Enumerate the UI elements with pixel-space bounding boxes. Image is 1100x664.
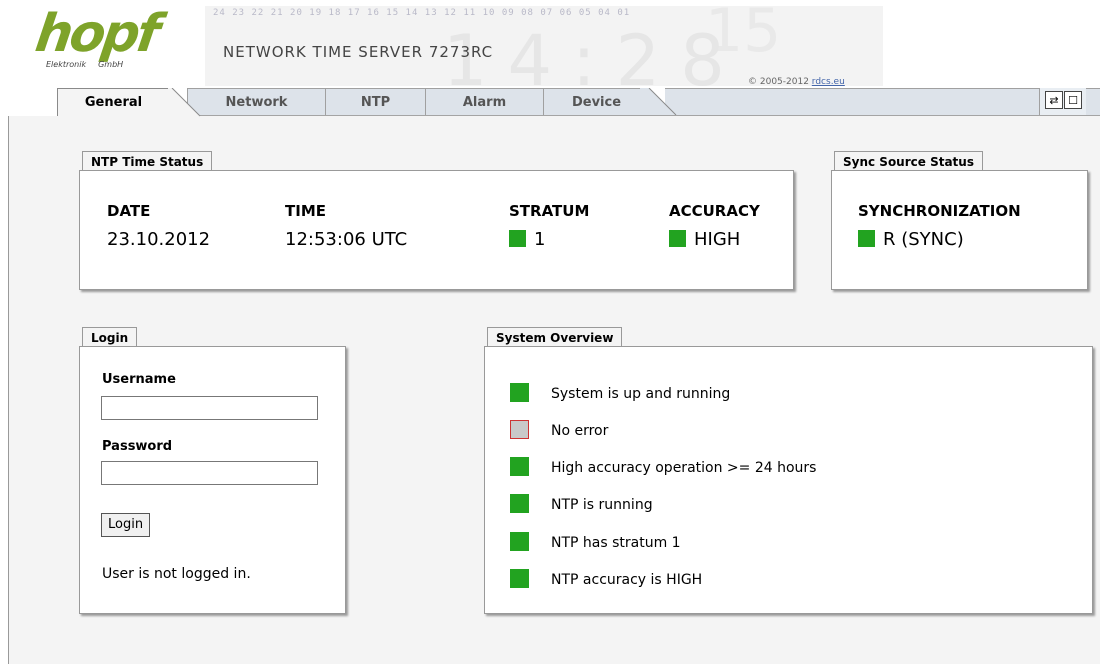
time-heading: TIME bbox=[285, 202, 326, 220]
date-value: 23.10.2012 bbox=[107, 229, 211, 250]
tab-general[interactable]: General bbox=[57, 88, 169, 116]
logo-wordmark: hopf bbox=[31, 4, 161, 64]
accuracy-text: HIGH bbox=[694, 229, 741, 250]
sync-status-label: Sync Source Status bbox=[834, 151, 983, 171]
stratum-text: 1 bbox=[534, 229, 546, 250]
overview-text: NTP is running bbox=[551, 497, 653, 513]
sync-indicator bbox=[858, 230, 875, 247]
login-panel-label: Login bbox=[82, 327, 138, 347]
overview-item: NTP is running bbox=[510, 494, 653, 514]
tab-general-slant bbox=[168, 88, 201, 117]
status-indicator bbox=[510, 457, 529, 476]
login-button[interactable]: Login bbox=[101, 513, 151, 537]
tab-device-label: Device bbox=[571, 95, 622, 110]
password-label: Password bbox=[102, 439, 173, 454]
overview-item: High accuracy operation >= 24 hours bbox=[510, 457, 816, 477]
sync-heading: SYNCHRONIZATION bbox=[858, 202, 1021, 220]
overview-item: NTP has stratum 1 bbox=[510, 532, 681, 552]
status-indicator bbox=[510, 569, 529, 588]
accuracy-heading: ACCURACY bbox=[669, 202, 760, 220]
tab-network[interactable]: Network bbox=[187, 88, 325, 115]
tab-ntp-label: NTP bbox=[360, 95, 391, 110]
ntp-status-label: NTP Time Status bbox=[82, 151, 213, 171]
overview-label: System Overview bbox=[487, 327, 623, 347]
username-label: Username bbox=[102, 372, 176, 387]
tab-ntp[interactable]: NTP bbox=[325, 88, 425, 115]
overview-text: High accuracy operation >= 24 hours bbox=[551, 460, 817, 476]
stratum-indicator bbox=[509, 230, 526, 247]
overview-box: System is up and running No error High a… bbox=[484, 346, 1093, 614]
logo-sub-right: GmbH bbox=[98, 60, 124, 69]
overview-item: NTP accuracy is HIGH bbox=[510, 569, 702, 589]
stratum-value: 1 bbox=[509, 229, 545, 250]
overview-item: No error bbox=[510, 420, 608, 440]
refresh-icon[interactable]: ⇄ bbox=[1045, 91, 1063, 109]
login-status: User is not logged in. bbox=[102, 566, 251, 582]
hopf-logo: hopf Elektronik GmbH bbox=[30, 4, 170, 78]
tab-general-label: General bbox=[84, 95, 143, 110]
accuracy-value: HIGH bbox=[669, 229, 740, 250]
logo-sub-left: Elektronik bbox=[46, 60, 87, 69]
window-icon[interactable]: ☐ bbox=[1064, 91, 1082, 109]
banner-digits: 24 23 22 21 20 19 18 17 16 15 14 13 12 1… bbox=[213, 8, 631, 18]
tab-device[interactable]: Device bbox=[543, 88, 649, 115]
copyright: © 2005-2012 rdcs.eu bbox=[748, 77, 845, 86]
accuracy-indicator bbox=[669, 230, 686, 247]
status-indicator bbox=[510, 494, 529, 513]
tabbar-background bbox=[665, 88, 1100, 115]
header: hopf Elektronik GmbH 24 23 22 21 20 19 18… bbox=[0, 0, 1100, 88]
tab-network-label: Network bbox=[225, 95, 288, 110]
overview-text: NTP has stratum 1 bbox=[551, 535, 681, 551]
tab-tools: ⇄ ☐ bbox=[1039, 88, 1086, 115]
logo-subtitle: Elektronik GmbH bbox=[46, 60, 135, 69]
sync-text: R (SYNC) bbox=[883, 229, 964, 250]
overview-text: System is up and running bbox=[551, 386, 731, 402]
copyright-text: © 2005-2012 bbox=[748, 77, 809, 86]
status-indicator bbox=[510, 532, 529, 551]
tab-alarm-label: Alarm bbox=[462, 95, 507, 110]
overview-text: No error bbox=[551, 423, 609, 439]
product-banner: 24 23 22 21 20 19 18 17 16 15 14 13 12 1… bbox=[205, 6, 883, 86]
password-input[interactable] bbox=[101, 461, 318, 485]
status-indicator bbox=[510, 420, 529, 439]
overview-text: NTP accuracy is HIGH bbox=[551, 572, 703, 588]
date-heading: DATE bbox=[107, 202, 151, 220]
tab-device-slant bbox=[640, 88, 677, 116]
time-value: 12:53:06 UTC bbox=[285, 229, 408, 250]
stratum-heading: STRATUM bbox=[509, 202, 590, 220]
copyright-link[interactable]: rdcs.eu bbox=[812, 77, 845, 86]
sync-value: R (SYNC) bbox=[858, 229, 964, 250]
tab-alarm[interactable]: Alarm bbox=[425, 88, 543, 115]
overview-item: System is up and running bbox=[510, 383, 730, 403]
product-title: NETWORK TIME SERVER 7273RC bbox=[223, 43, 494, 61]
username-input[interactable] bbox=[101, 396, 318, 420]
status-indicator bbox=[510, 383, 529, 402]
